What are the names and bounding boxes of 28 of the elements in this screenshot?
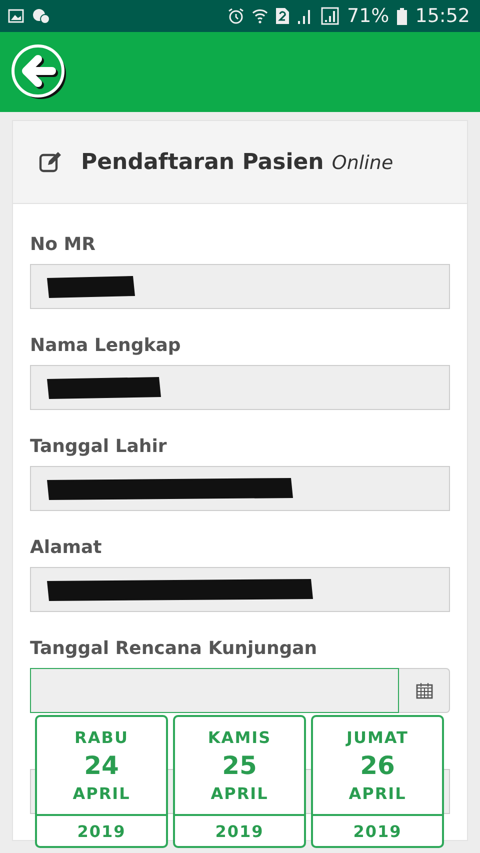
- edit-icon: [39, 151, 63, 173]
- input-field[interactable]: [30, 567, 450, 612]
- alarm-icon: [228, 8, 244, 24]
- wifi-icon: [252, 8, 268, 24]
- field-label: No MR: [30, 234, 96, 257]
- clock: 15:52: [415, 5, 470, 27]
- notification-icon: [32, 8, 50, 24]
- date-option-menu[interactable]: RABU 24 APRIL 2019: [35, 715, 168, 848]
- sim-icon: [276, 8, 289, 24]
- signal-icon: [297, 8, 313, 24]
- date-option-menu[interactable]: KAMIS 25 APRIL 2019: [173, 715, 306, 848]
- field-label: Alamat: [30, 537, 103, 560]
- calendar-icon: [416, 682, 432, 699]
- date-option-menu[interactable]: JUMAT 26 APRIL 2019: [311, 715, 444, 848]
- battery-icon: [397, 8, 408, 24]
- image-icon: [8, 9, 24, 23]
- field-label: Tanggal Rencana Kunjungan: [30, 638, 318, 661]
- input-field[interactable]: [30, 264, 450, 309]
- date-field[interactable]: [30, 668, 399, 713]
- input-field[interactable]: [30, 365, 450, 410]
- field-label: Tanggal Lahir: [30, 436, 168, 459]
- back-button[interactable]: [10, 43, 68, 101]
- input-field[interactable]: [30, 466, 450, 511]
- calendar-button[interactable]: [399, 668, 450, 713]
- signal-icon: [321, 7, 339, 25]
- battery-percentage: 71%: [347, 5, 390, 27]
- field-label: Nama Lengkap: [30, 335, 182, 358]
- card-title: Pendaftaran Pasien Online: [81, 150, 394, 174]
